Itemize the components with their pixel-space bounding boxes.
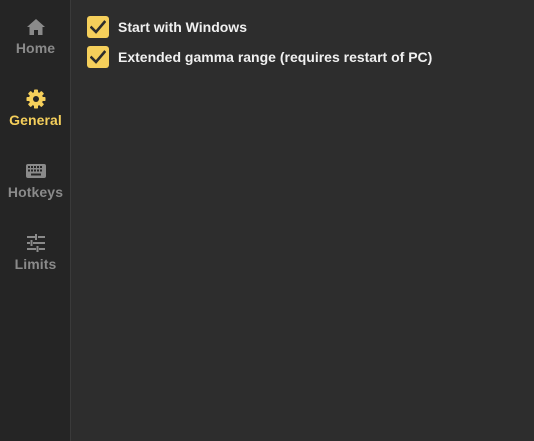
- sidebar-item-hotkeys[interactable]: Hotkeys: [0, 160, 71, 220]
- start-with-windows-checkbox[interactable]: [87, 16, 109, 38]
- extended-gamma-range-option[interactable]: Extended gamma range (requires restart o…: [87, 46, 432, 68]
- sidebar-item-limits[interactable]: Limits: [0, 232, 71, 292]
- sidebar-item-label: General: [9, 112, 62, 128]
- general-settings-panel: Start with Windows Extended gamma range …: [71, 0, 534, 441]
- sidebar-item-home[interactable]: Home: [0, 16, 71, 76]
- app-window: Home General Hotkeys Limits Start with W…: [0, 0, 534, 441]
- sliders-icon: [25, 232, 47, 254]
- keyboard-icon: [25, 160, 47, 182]
- home-icon: [25, 16, 47, 38]
- checkmark-icon: [90, 50, 106, 64]
- start-with-windows-option[interactable]: Start with Windows: [87, 16, 247, 38]
- sidebar-item-label: Limits: [14, 256, 57, 272]
- gear-icon: [25, 88, 47, 110]
- sidebar-item-label: Hotkeys: [7, 184, 64, 200]
- sidebar-item-label: Home: [15, 40, 56, 56]
- checkmark-icon: [90, 20, 106, 34]
- extended-gamma-range-label: Extended gamma range (requires restart o…: [118, 49, 433, 65]
- sidebar: Home General Hotkeys Limits: [0, 0, 71, 441]
- extended-gamma-range-checkbox[interactable]: [87, 46, 109, 68]
- sidebar-item-general[interactable]: General: [0, 88, 71, 148]
- start-with-windows-label: Start with Windows: [118, 19, 247, 35]
